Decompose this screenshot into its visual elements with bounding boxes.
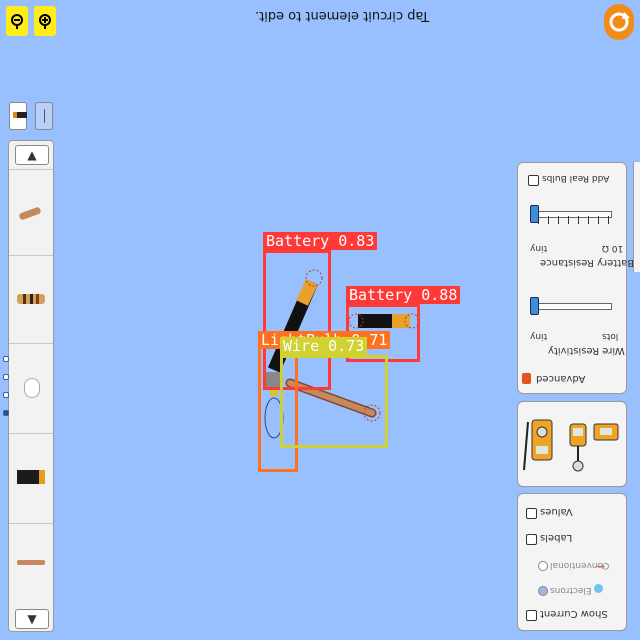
conventional-radio[interactable] — [538, 561, 548, 571]
zoom-in-icon — [39, 14, 51, 29]
banded-resistor-icon — [17, 294, 45, 304]
page-dot[interactable] — [3, 374, 9, 380]
conventional-arrow-icon: → — [596, 560, 606, 573]
toolbox-item-wire[interactable] — [9, 523, 53, 606]
tab-schematic[interactable] — [35, 102, 53, 130]
ammeter-icon[interactable] — [566, 418, 592, 478]
battery-tab-icon — [13, 112, 27, 118]
detection-label-wire: Wire 0.73 — [280, 337, 368, 355]
detection-box-wire — [280, 355, 388, 448]
resistor-icon — [18, 206, 42, 221]
lightbulb-icon — [24, 378, 40, 398]
page-dot[interactable] — [3, 392, 9, 398]
toolbox-item-resistor[interactable] — [9, 169, 53, 256]
settings-panel: Add Real Bulbs tiny 10 Ω Battery Resista… — [517, 162, 634, 394]
tab-lifelike[interactable] — [9, 102, 27, 130]
labels-label: Labels — [540, 532, 573, 543]
detection-label-battery-1: Battery 0.83 — [263, 232, 378, 250]
wire-resistivity-label: Wire Resistivity — [548, 345, 625, 356]
battery-resistance-knob[interactable] — [530, 205, 539, 223]
non-contact-ammeter-icon[interactable] — [592, 422, 622, 444]
scroll-down-button[interactable]: ▼ — [15, 609, 49, 629]
refresh-button[interactable] — [604, 4, 634, 40]
battery-icon — [17, 470, 45, 484]
electron-icon — [594, 584, 603, 593]
labels-checkbox[interactable] — [526, 534, 537, 545]
electrons-radio[interactable] — [538, 586, 548, 596]
show-current-label: Show Current — [540, 608, 608, 619]
values-label: Values — [540, 506, 573, 517]
battery-min-label: tiny — [530, 243, 548, 253]
zoom-out-button[interactable] — [6, 6, 28, 36]
advanced-label: Advanced — [536, 373, 586, 384]
electrons-label: Electrons — [550, 585, 592, 595]
zoom-in-button[interactable] — [34, 6, 56, 36]
side-panel-edge — [633, 162, 640, 272]
toolbox-item-resistor-banded[interactable] — [9, 255, 53, 344]
wire-max-label: lots — [602, 331, 619, 341]
voltmeter-icon[interactable] — [522, 416, 562, 476]
battery-resistance-slider[interactable] — [534, 211, 612, 218]
refresh-icon — [609, 12, 630, 32]
page-dot-active[interactable] — [3, 410, 9, 416]
wire-resistivity-knob[interactable] — [530, 297, 539, 315]
sensor-tools-panel — [517, 401, 627, 487]
schematic-tab-icon — [44, 109, 45, 123]
toolbox: ▲ ▼ — [8, 140, 54, 632]
toolbox-item-lightbulb[interactable] — [9, 343, 53, 434]
scroll-up-button[interactable]: ▲ — [15, 145, 49, 165]
wire-min-label: tiny — [530, 331, 548, 341]
wire-resistivity-slider[interactable] — [534, 303, 612, 310]
view-options-panel: Values Labels Conventional → Electrons S… — [517, 493, 627, 631]
hint-text: Tap circuit element to edit. — [255, 8, 430, 23]
detection-label-battery-2: Battery 0.88 — [346, 286, 461, 304]
toolbox-item-battery[interactable] — [9, 433, 53, 524]
battery-resistance-label: Battery Resistance — [540, 257, 635, 268]
add-real-bulbs-label: Add Real Bulbs — [542, 173, 610, 183]
page-dot[interactable] — [3, 356, 9, 362]
add-real-bulbs-checkbox[interactable] — [528, 175, 539, 186]
advanced-toggle[interactable] — [522, 373, 531, 384]
zoom-out-icon — [11, 14, 23, 29]
values-checkbox[interactable] — [526, 508, 537, 519]
wire-icon — [17, 560, 45, 565]
show-current-checkbox[interactable] — [526, 610, 537, 621]
battery-max-label: 10 Ω — [602, 243, 624, 253]
